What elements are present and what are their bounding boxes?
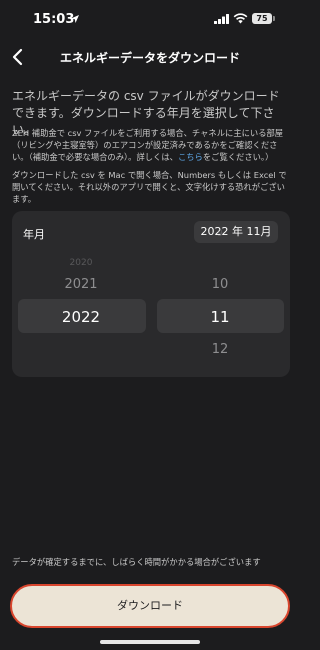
month-option-selected[interactable]: 11 (150, 308, 290, 326)
zeh-note: ZEH 補助金で csv ファイルをご利用する場合、チャネルに主にいる部屋（リビ… (12, 127, 290, 163)
page-title: エネルギーデータをダウンロード (59, 51, 240, 65)
download-button[interactable]: ダウンロード (10, 584, 290, 628)
year-option[interactable]: 2020 (12, 258, 150, 268)
month-option[interactable]: 9 (150, 229, 290, 239)
battery-icon: 75 (252, 13, 272, 24)
status-bar: 15:03 75 (0, 0, 300, 40)
processing-time-note: データが確定するまでに、しばらく時間がかかる場合がございます (12, 557, 261, 567)
month-wheel[interactable]: 9 10 11 12 (150, 211, 290, 377)
zeh-note-suffix: をご覧ください。） (202, 152, 274, 162)
year-month-picker: 年月 2022 年 11月 2020 2021 2022 9 10 11 12 (12, 211, 290, 377)
details-link[interactable]: こちら (178, 152, 203, 162)
mac-note: ダウンロードした csv を Mac で開く場合、Numbers もしくは Ex… (12, 170, 287, 204)
status-time: 15:03 (33, 12, 75, 27)
cellular-signal-icon (214, 14, 229, 24)
battery-tip (273, 16, 275, 21)
location-arrow-icon (71, 15, 79, 23)
navigation-bar: エネルギーデータをダウンロード (0, 40, 300, 74)
year-wheel[interactable]: 2020 2021 2022 (12, 211, 150, 377)
wifi-icon (233, 13, 248, 24)
year-option[interactable]: 2021 (12, 277, 150, 292)
month-option[interactable]: 10 (150, 277, 290, 292)
year-option-selected[interactable]: 2022 (12, 308, 150, 326)
home-indicator (100, 640, 200, 644)
month-option[interactable]: 12 (150, 342, 290, 357)
